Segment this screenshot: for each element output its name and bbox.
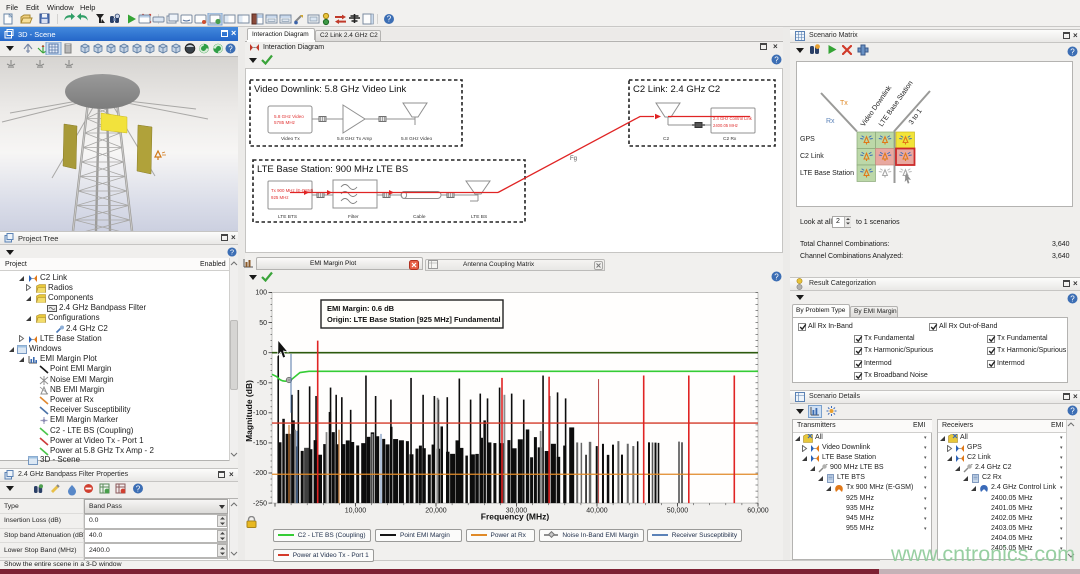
svg-text:C2 Link: C2 Link bbox=[800, 153, 824, 160]
svg-text:Frequency (MHz): Frequency (MHz) bbox=[481, 512, 550, 522]
svg-text:C2 Rx: C2 Rx bbox=[723, 136, 737, 142]
svg-text:5.8 GHz Tx Amp: 5.8 GHz Tx Amp bbox=[337, 136, 372, 142]
svg-text:?: ? bbox=[774, 55, 779, 64]
svg-text:5.8 GHz Video: 5.8 GHz Video bbox=[401, 136, 432, 142]
svg-text:Cable: Cable bbox=[413, 214, 426, 220]
svg-text:925 MHz: 925 MHz bbox=[271, 195, 289, 200]
svg-text:Magnitude (dB): Magnitude (dB) bbox=[244, 380, 254, 442]
svg-text:50: 50 bbox=[259, 320, 267, 327]
svg-text:3 to 1: 3 to 1 bbox=[908, 108, 924, 126]
svg-text:40,000: 40,000 bbox=[586, 508, 608, 515]
svg-text:GPS: GPS bbox=[800, 136, 815, 143]
svg-text:Fg: Fg bbox=[570, 156, 577, 162]
svg-text:?: ? bbox=[1070, 406, 1075, 415]
svg-text:Video Downlink: Video Downlink bbox=[860, 84, 894, 128]
svg-text:?: ? bbox=[1070, 47, 1075, 56]
svg-text:EMI Margin: 0.6 dB: EMI Margin: 0.6 dB bbox=[327, 304, 395, 313]
svg-text:5785 MHz: 5785 MHz bbox=[274, 120, 296, 125]
svg-text:?: ? bbox=[774, 272, 779, 281]
svg-text:?: ? bbox=[228, 44, 233, 53]
svg-text:C2 Link: 2.4 GHz C2: C2 Link: 2.4 GHz C2 bbox=[633, 84, 720, 95]
svg-text:100: 100 bbox=[255, 290, 267, 297]
svg-text:LTE BTS: LTE BTS bbox=[278, 214, 297, 220]
svg-text:Video Tx: Video Tx bbox=[281, 136, 300, 142]
svg-text:C2: C2 bbox=[663, 136, 669, 142]
svg-text:?: ? bbox=[136, 484, 141, 493]
svg-text:Tx: Tx bbox=[840, 100, 848, 107]
svg-text:2400.05 MHz: 2400.05 MHz bbox=[713, 123, 738, 128]
svg-text:LTE Base Station: LTE Base Station bbox=[800, 170, 854, 177]
svg-text:-250: -250 bbox=[253, 500, 267, 507]
svg-text:LTE Base Station: 900 MHz LTE: LTE Base Station: 900 MHz LTE BS bbox=[257, 164, 408, 175]
svg-text:?: ? bbox=[1070, 294, 1075, 303]
svg-text:5.8 GHz Video: 5.8 GHz Video bbox=[274, 114, 304, 119]
svg-text:?: ? bbox=[230, 248, 234, 257]
svg-text:Filter: Filter bbox=[348, 214, 359, 220]
svg-text:-200: -200 bbox=[253, 470, 267, 477]
svg-text:20,000: 20,000 bbox=[425, 508, 447, 515]
svg-text:0: 0 bbox=[263, 350, 267, 357]
svg-text:Video Downlink: 5.8 GHz Video: Video Downlink: 5.8 GHz Video Link bbox=[254, 84, 407, 95]
svg-text:?: ? bbox=[387, 15, 392, 24]
svg-text:-50: -50 bbox=[257, 380, 267, 387]
svg-text:-150: -150 bbox=[253, 440, 267, 447]
svg-text:60,000: 60,000 bbox=[747, 508, 769, 515]
svg-text:-100: -100 bbox=[253, 410, 267, 417]
svg-text:50,000: 50,000 bbox=[667, 508, 689, 515]
svg-text:Origin: LTE Base Station [925: Origin: LTE Base Station [925 MHz] Funda… bbox=[327, 315, 501, 324]
svg-text:10,000: 10,000 bbox=[345, 508, 367, 515]
svg-text:LTE BS: LTE BS bbox=[471, 214, 487, 220]
svg-text:Rx: Rx bbox=[826, 118, 835, 125]
